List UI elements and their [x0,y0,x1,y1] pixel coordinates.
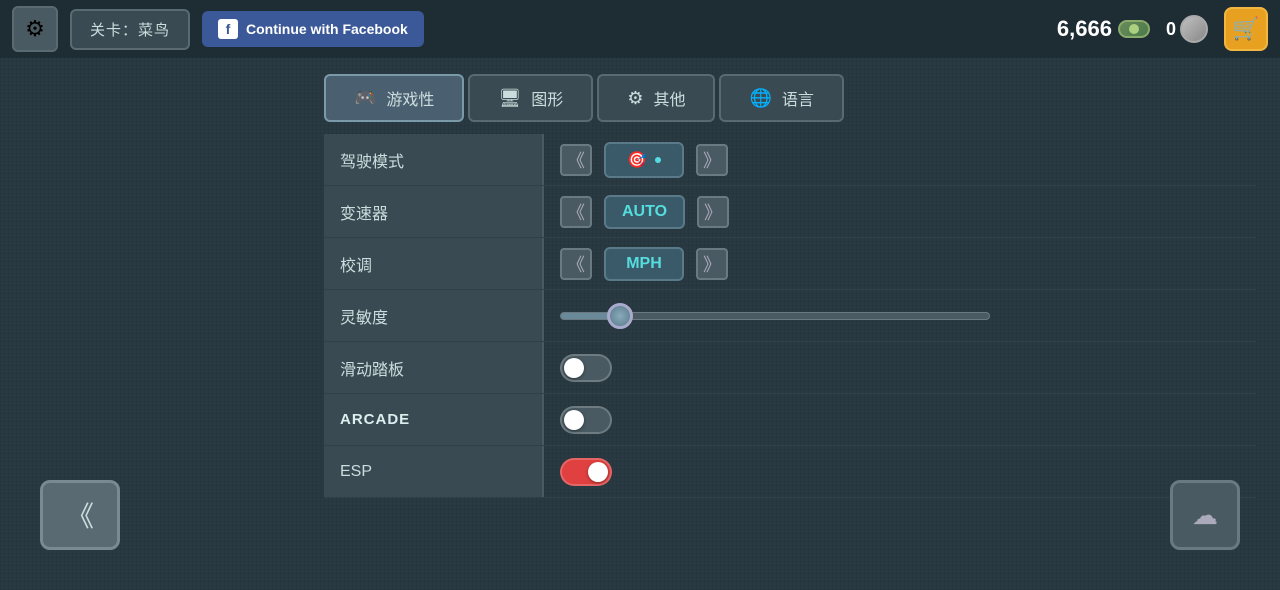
tab-gameplay-label: 游戏性 [386,86,434,110]
top-bar: ⚙ 关卡：菜鸟 f Continue with Facebook 6,666 0… [0,0,1280,58]
facebook-label: Continue with Facebook [246,21,408,37]
tab-graphics[interactable]: 🖥 图形 [468,74,593,122]
drive-mode-label: 驾驶模式 [324,134,544,185]
gameplay-icon: 🎮 [354,88,376,109]
calibration-label: 校调 [324,238,544,289]
tab-language-label: 语言 [782,86,814,110]
sync-button[interactable]: ☁ [1170,480,1240,550]
gem-icon [1180,15,1208,43]
arcade-toggle[interactable] [560,406,612,434]
drive-mode-prev[interactable]: 《 [560,144,592,176]
setting-esp: ESP [324,446,1256,498]
gear-icon: ⚙ [25,16,45,42]
tab-gameplay[interactable]: 🎮 游戏性 [324,74,464,122]
calibration-next[interactable]: 》 [696,248,728,280]
setting-transmission: 变速器 《 AUTO 》 [324,186,1256,238]
tab-graphics-label: 图形 [531,86,563,110]
tab-other[interactable]: ⚙ 其他 [597,74,715,122]
level-label: 关卡：菜鸟 [90,22,170,39]
setting-arcade: ARCADE [324,394,1256,446]
calibration-value: MPH [604,247,684,281]
setting-sensitivity: 灵敏度 [324,290,1256,342]
drive-mode-control: 《 🎯 》 [544,142,1256,178]
drive-mode-next[interactable]: 》 [696,144,728,176]
arcade-control [544,406,1256,434]
calibration-prev[interactable]: 《 [560,248,592,280]
settings-panel: 驾驶模式 《 🎯 》 变速器 《 AUTO 》 [324,134,1256,498]
calibration-control: 《 MPH 》 [544,247,1256,281]
cart-button[interactable]: 🛒 [1224,7,1268,51]
other-icon: ⚙ [627,88,643,109]
coin-inner [1129,24,1139,34]
language-icon: 🌐 [749,88,771,109]
graphics-icon: 🖥 [498,88,521,109]
tabs-bar: 🎮 游戏性 🖥 图形 ⚙ 其他 🌐 语言 [324,74,1256,122]
top-right-area: 6,666 0 🛒 [1057,7,1268,51]
tab-other-label: 其他 [653,86,685,110]
arcade-knob [564,410,584,430]
main-content: 🎮 游戏性 🖥 图形 ⚙ 其他 🌐 语言 驾驶模式 《 🎯 [300,58,1280,590]
slide-pedal-toggle[interactable] [560,354,612,382]
slide-pedal-control [544,354,1256,382]
coin-icon [1118,20,1150,38]
slide-pedal-label: 滑动踏板 [324,342,544,393]
slider-thumb[interactable] [607,303,633,329]
level-button[interactable]: 关卡：菜鸟 [70,9,190,50]
transmission-value: AUTO [604,195,685,229]
setting-slide-pedal: 滑动踏板 [324,342,1256,394]
esp-label: ESP [324,446,544,497]
sync-icon: ☁ [1192,500,1218,531]
transmission-prev[interactable]: 《 [560,196,592,228]
gear-button[interactable]: ⚙ [12,6,58,52]
back-icon: 《 [66,495,94,535]
sensitivity-label: 灵敏度 [324,290,544,341]
esp-control [544,458,1256,486]
arcade-label: ARCADE [324,394,544,445]
esp-toggle[interactable] [560,458,612,486]
steering-wheel-icon: 🎯 [627,150,647,170]
gems-value: 0 [1166,19,1176,40]
transmission-next[interactable]: 》 [697,196,729,228]
facebook-button[interactable]: f Continue with Facebook [202,11,424,47]
transmission-control: 《 AUTO 》 [544,195,1256,229]
gems-display: 0 [1166,15,1208,43]
esp-knob [588,462,608,482]
transmission-label: 变速器 [324,186,544,237]
coins-display: 6,666 [1057,16,1150,42]
sensitivity-slider[interactable] [560,306,990,326]
facebook-icon: f [218,19,238,39]
slide-pedal-knob [564,358,584,378]
drive-mode-value: 🎯 [604,142,684,178]
coins-value: 6,666 [1057,16,1112,42]
cart-icon: 🛒 [1232,16,1259,42]
tab-language[interactable]: 🌐 语言 [719,74,843,122]
sensitivity-control [544,306,1256,326]
back-button[interactable]: 《 [40,480,120,550]
setting-drive-mode: 驾驶模式 《 🎯 》 [324,134,1256,186]
setting-calibration: 校调 《 MPH 》 [324,238,1256,290]
dot-indicator [655,157,661,163]
